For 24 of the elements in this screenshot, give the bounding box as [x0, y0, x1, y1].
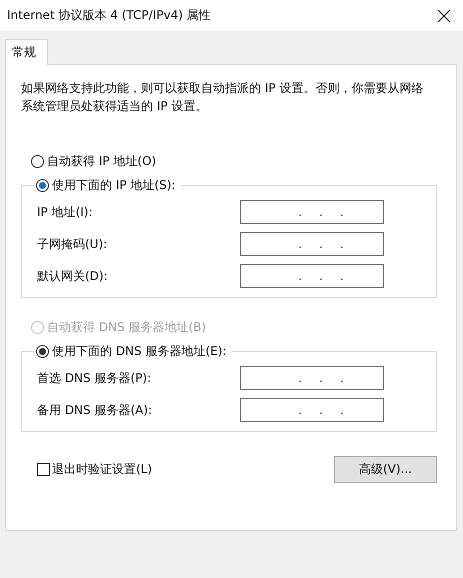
radio-label: 使用下面的 IP 地址(S):: [52, 176, 176, 194]
field-label: 子网掩码(U):: [37, 236, 108, 252]
checkbox-label: 退出时验证设置(L): [52, 461, 152, 478]
ip-address-field[interactable]: . . .: [240, 398, 384, 422]
close-icon[interactable]: [437, 8, 451, 22]
field-label: IP 地址(I):: [37, 204, 93, 220]
field-label: 备用 DNS 服务器(A):: [37, 402, 152, 418]
ip-address-field[interactable]: . . .: [240, 232, 384, 256]
radio-button[interactable]: [31, 154, 44, 168]
radio-label: 自动获得 IP 地址(O): [47, 152, 156, 170]
checkbox[interactable]: [37, 463, 50, 476]
radio-label: 自动获得 DNS 服务器地址(B): [47, 318, 206, 336]
ip-address-field[interactable]: . . .: [240, 366, 384, 390]
radio-button[interactable]: [36, 344, 49, 358]
description-text: 如果网络支持此功能，则可以获取自动指派的 IP 设置。否则，你需要从网络系统管理员处获得适当的 IP 设置。: [21, 80, 424, 115]
radio-label: 使用下面的 DNS 服务器地址(E):: [52, 342, 226, 360]
advanced-button[interactable]: 高级(V)...: [334, 456, 437, 483]
ip-address-field[interactable]: . . .: [240, 200, 384, 224]
tab[interactable]: 常规: [5, 39, 48, 65]
field-label: 首选 DNS 服务器(P):: [37, 370, 152, 386]
window-title: Internet 协议版本 4 (TCP/IPv4) 属性: [7, 7, 211, 24]
radio-button[interactable]: [36, 178, 49, 192]
field-label: 默认网关(D):: [37, 268, 108, 284]
ip-address-field[interactable]: . . .: [240, 264, 384, 288]
